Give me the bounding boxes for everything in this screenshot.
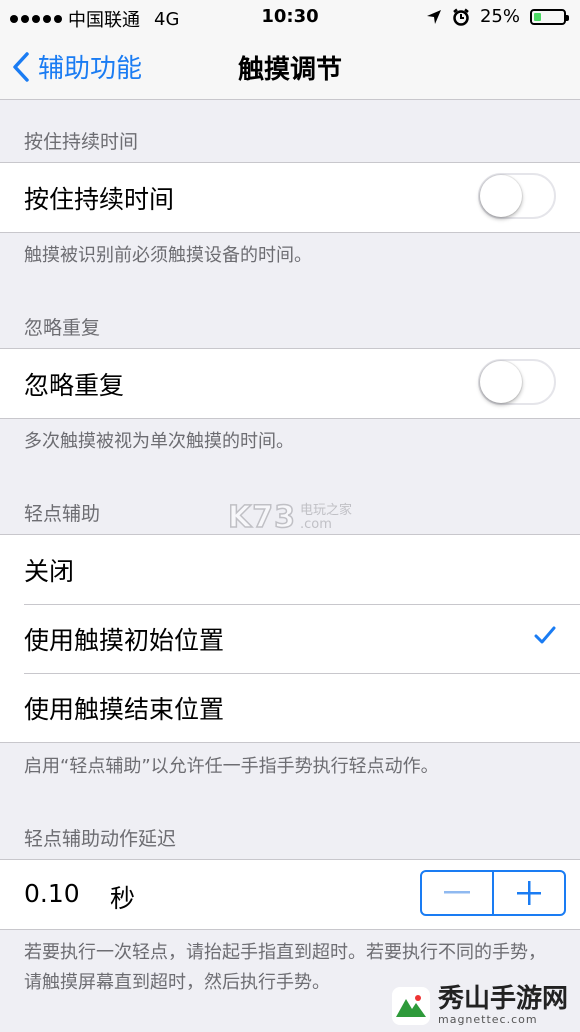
section-header-hold-duration: 按住持续时间 — [24, 131, 139, 153]
ignore-repeat-footer: 多次触摸被视为单次触摸的时间。 — [24, 431, 294, 452]
delay-stepper — [420, 870, 566, 916]
group-tap-assistance: 关闭 使用触摸初始位置 使用触摸结束位置 — [0, 534, 580, 743]
row-hold-duration: 按住持续时间 — [0, 163, 580, 232]
k73-text: 电玩之家 — [300, 502, 353, 518]
ignore-repeat-label: 忽略重复 — [24, 370, 125, 400]
page-title: 触摸调节 — [237, 55, 342, 85]
row-gesture-delay: 0.10 秒 — [0, 860, 580, 929]
site-title: 秀山手游网 — [437, 984, 568, 1014]
decrement-button[interactable] — [422, 872, 492, 914]
k73-watermark: K73 电玩之家 .com — [227, 499, 353, 536]
checkmark-icon — [534, 626, 556, 644]
status-bar: 中国联通 4G 10:30 25% — [0, 0, 580, 34]
delay-value: 0.10 — [24, 879, 80, 908]
row-tap-assistance-final[interactable]: 使用触摸结束位置 — [0, 673, 580, 742]
k73-logo: K73 — [227, 499, 296, 536]
section-header-tap-assistance: 轻点辅助 — [24, 503, 101, 525]
group-gesture-delay: 0.10 秒 — [0, 859, 580, 930]
delay-unit: 秒 — [110, 884, 136, 913]
hold-duration-footer: 触摸被识别前必须触摸设备的时间。 — [24, 245, 312, 266]
row-tap-assistance-initial[interactable]: 使用触摸初始位置 — [0, 604, 580, 673]
battery-percentage: 25% — [479, 6, 520, 27]
site-watermark: 秀山手游网 magnettec.com — [391, 984, 568, 1026]
section-header-ignore-repeat: 忽略重复 — [24, 317, 101, 339]
option-label: 关闭 — [24, 556, 75, 586]
minus-icon — [444, 891, 470, 894]
ignore-repeat-toggle[interactable] — [478, 359, 556, 405]
group-hold-duration: 按住持续时间 — [0, 162, 580, 233]
site-domain: magnettec.com — [437, 1013, 538, 1026]
toggle-knob — [480, 361, 522, 403]
battery-fill — [534, 12, 541, 21]
tap-assistance-footer: 启用“轻点辅助”以允许任一手指手势执行轻点动作。 — [24, 756, 439, 777]
toggle-knob — [480, 175, 522, 217]
section-header-gesture-delay: 轻点辅助动作延迟 — [24, 828, 177, 850]
location-arrow-icon — [426, 9, 441, 24]
battery-icon — [530, 8, 569, 25]
k73-domain: .com — [300, 516, 332, 532]
option-label: 使用触摸结束位置 — [24, 694, 225, 724]
status-bar-right: 25% — [426, 6, 569, 27]
increment-button[interactable] — [494, 872, 564, 914]
hold-duration-label: 按住持续时间 — [24, 184, 175, 214]
row-tap-assistance-off[interactable]: 关闭 — [0, 535, 580, 604]
option-label: 使用触摸初始位置 — [24, 625, 225, 655]
group-ignore-repeat: 忽略重复 — [0, 348, 580, 419]
row-ignore-repeat: 忽略重复 — [0, 349, 580, 418]
site-logo-icon — [391, 986, 430, 1025]
hold-duration-toggle[interactable] — [478, 173, 556, 219]
navigation-bar: 辅助功能 触摸调节 — [0, 34, 580, 100]
alarm-clock-icon — [453, 8, 469, 26]
plus-icon — [517, 881, 541, 905]
